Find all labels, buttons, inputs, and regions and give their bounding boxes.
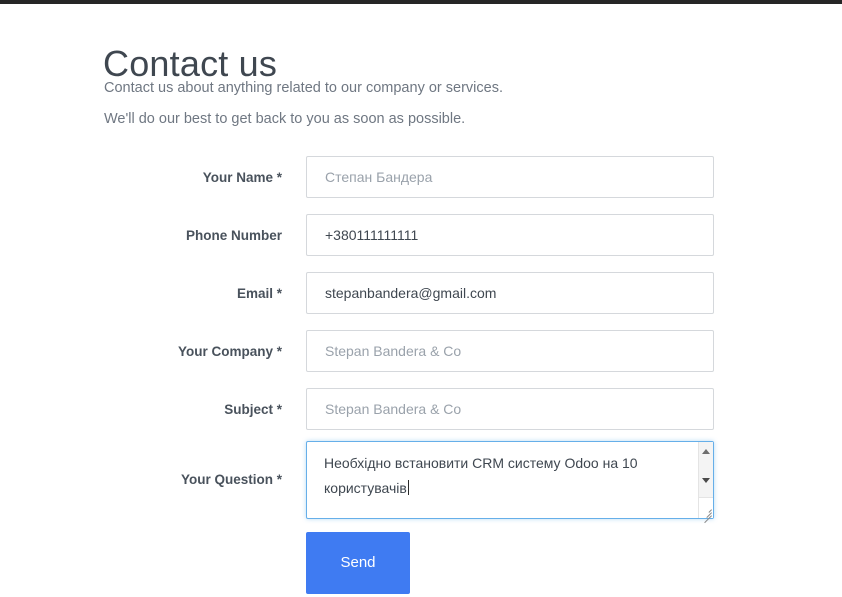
textarea-your-question[interactable]: Необхідно встановити CRM систему Odoo на… xyxy=(306,441,714,524)
resize-grip-icon xyxy=(700,505,712,524)
label-subject: Subject * xyxy=(224,402,282,417)
label-your-question: Your Question * xyxy=(180,472,282,487)
input-email[interactable] xyxy=(306,272,714,314)
form-row-email: Email * xyxy=(0,272,842,316)
input-your-company[interactable] xyxy=(306,330,714,372)
label-email: Email * xyxy=(236,286,282,301)
label-phone-number: Phone Number xyxy=(185,228,282,243)
label-your-company: Your Company * xyxy=(177,344,282,359)
form-row-subject: Subject * xyxy=(0,388,842,432)
form-row-your-company: Your Company * xyxy=(0,330,842,374)
form-row-your-name: Your Name * xyxy=(0,156,842,200)
textarea-your-question-text: Необхідно встановити CRM систему Odoo на… xyxy=(324,451,664,501)
textarea-scrollbar[interactable] xyxy=(698,442,713,524)
send-button[interactable]: Send xyxy=(306,532,410,594)
scroll-down-arrow-icon[interactable] xyxy=(699,474,713,488)
input-phone-number[interactable] xyxy=(306,214,714,256)
label-your-name: Your Name * xyxy=(202,170,282,185)
scrollbar-track[interactable] xyxy=(699,459,713,473)
contact-page: Contact us Contact us about anything rel… xyxy=(0,4,842,597)
form-row-your-question: Your Question * Необхідно встановити CRM… xyxy=(0,441,842,524)
input-your-name[interactable] xyxy=(306,156,714,198)
text-cursor xyxy=(407,480,409,495)
textarea-value: Необхідно встановити CRM систему Odoo на… xyxy=(324,455,642,496)
scroll-up-arrow-icon[interactable] xyxy=(699,445,713,459)
input-subject[interactable] xyxy=(306,388,714,430)
form-row-phone-number: Phone Number xyxy=(0,214,842,258)
textarea-resize-handle[interactable] xyxy=(699,497,713,524)
page-subtitle-line-1: Contact us about anything related to our… xyxy=(104,80,503,96)
page-subtitle-line-2: We'll do our best to get back to you as … xyxy=(104,111,466,127)
